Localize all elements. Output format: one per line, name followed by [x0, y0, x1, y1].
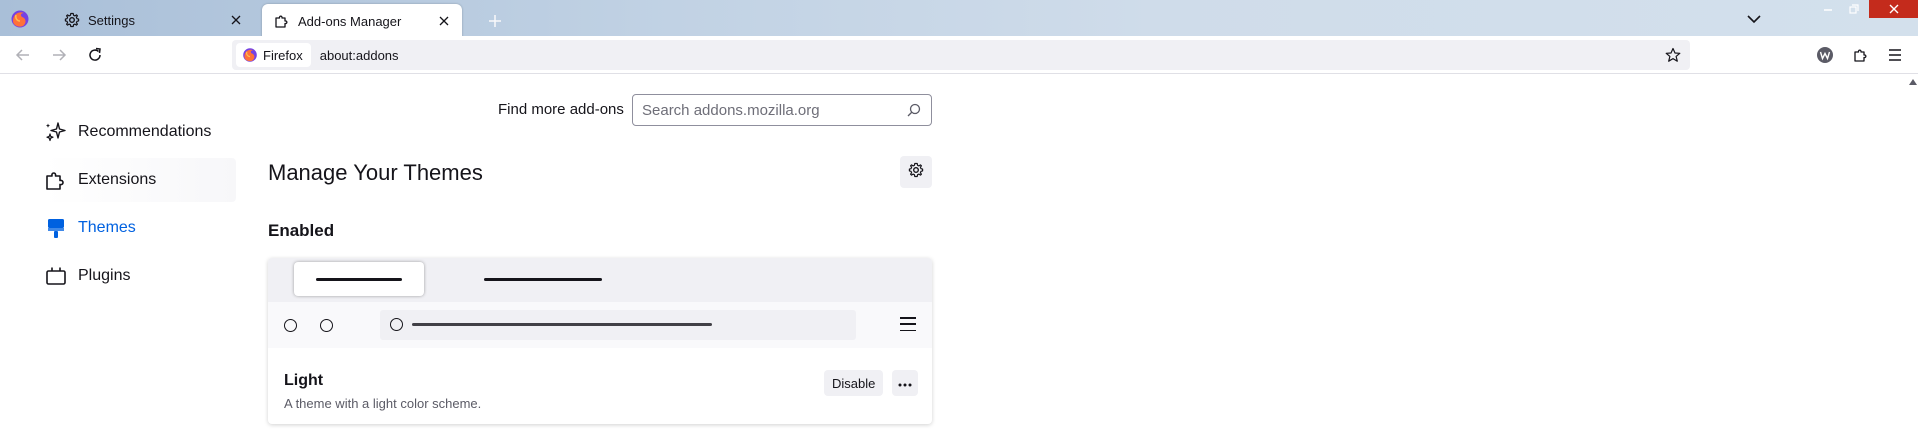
- addons-page: Find more add-ons Recommendations Extens…: [0, 74, 1908, 438]
- tab-add-ons-manager[interactable]: Add-ons Manager: [262, 4, 462, 38]
- sidebar-item-recommendations[interactable]: Recommendations: [44, 110, 236, 154]
- tab-strip: Settings Add-ons Manager: [0, 0, 1918, 38]
- extensions-icon: [44, 168, 68, 192]
- minimize-window-button[interactable]: [1817, 1, 1839, 17]
- theme-preview-back-circle: [284, 319, 297, 332]
- extensions-button-icon[interactable]: [1848, 43, 1874, 67]
- restore-window-button[interactable]: [1843, 1, 1865, 17]
- theme-preview-menu-icon: [900, 317, 916, 331]
- plugins-icon: [44, 264, 68, 288]
- theme-name[interactable]: Light: [284, 372, 323, 390]
- more-options-icon: [898, 374, 912, 392]
- identity-box[interactable]: Firefox: [236, 43, 311, 67]
- account-avatar-icon[interactable]: [1812, 43, 1838, 67]
- sidebar-item-plugins[interactable]: Plugins: [44, 254, 236, 298]
- page-scrollbar[interactable]: [1908, 74, 1918, 438]
- theme-preview-tabs: [268, 258, 932, 302]
- theme-preview-url-line: [412, 323, 712, 326]
- addons-search-input[interactable]: [633, 96, 905, 124]
- reload-button[interactable]: [82, 43, 108, 67]
- forward-button[interactable]: [46, 43, 72, 67]
- firefox-logo-icon[interactable]: [10, 9, 30, 29]
- close-window-button[interactable]: [1869, 0, 1918, 18]
- tab-title: Add-ons Manager: [298, 13, 402, 29]
- page-options-button[interactable]: [900, 156, 932, 188]
- search-icon[interactable]: [905, 101, 923, 119]
- more-options-button[interactable]: [892, 370, 918, 396]
- themes-icon: [44, 216, 68, 240]
- bookmark-star-icon[interactable]: [1662, 44, 1684, 66]
- identity-label: Firefox: [263, 47, 303, 63]
- back-button[interactable]: [10, 43, 36, 67]
- list-all-tabs-button[interactable]: [1741, 9, 1767, 29]
- close-tab-icon[interactable]: [434, 11, 454, 31]
- theme-preview-forward-circle: [320, 319, 333, 332]
- theme-preview-tab: [484, 278, 602, 281]
- hamburger-menu-icon[interactable]: [1882, 43, 1908, 67]
- tab-title: Settings: [88, 12, 135, 28]
- url-text[interactable]: about:addons: [320, 48, 399, 63]
- theme-card[interactable]: Light A theme with a light color scheme.…: [268, 258, 932, 424]
- section-heading-enabled: Enabled: [268, 221, 335, 240]
- gear-icon: [64, 12, 80, 28]
- gear-icon: [908, 162, 924, 183]
- sidebar-item-label: Recommendations: [78, 123, 212, 140]
- tab-settings[interactable]: Settings: [52, 4, 254, 36]
- sidebar-item-label: Extensions: [78, 171, 157, 188]
- page-title: Manage Your Themes: [268, 160, 483, 185]
- disable-theme-button[interactable]: Disable: [824, 370, 884, 396]
- theme-description: A theme with a light color scheme.: [284, 396, 482, 411]
- sidebar-item-extensions[interactable]: Extensions: [44, 158, 236, 202]
- firefox-logo-icon: [242, 47, 258, 63]
- theme-preview-toolbar: [268, 302, 932, 348]
- puzzle-icon: [274, 13, 290, 29]
- address-bar[interactable]: Firefox about:addons: [232, 40, 1690, 70]
- theme-preview-url-circle: [390, 318, 403, 331]
- navigation-toolbar: Firefox about:addons: [0, 36, 1918, 74]
- theme-preview-active-tab: [294, 262, 424, 296]
- theme-preview-urlbar: [380, 310, 856, 340]
- sidebar-item-label: Themes: [78, 219, 136, 236]
- sidebar-item-themes[interactable]: Themes: [44, 206, 236, 250]
- addons-search-box[interactable]: [632, 94, 932, 126]
- new-tab-button[interactable]: [484, 10, 506, 32]
- scroll-up-arrow-icon[interactable]: [1908, 78, 1918, 86]
- close-tab-icon[interactable]: [226, 10, 246, 30]
- recommendations-icon: [44, 120, 68, 144]
- sidebar-item-label: Plugins: [78, 267, 131, 284]
- find-more-label: Find more add-ons: [498, 101, 624, 118]
